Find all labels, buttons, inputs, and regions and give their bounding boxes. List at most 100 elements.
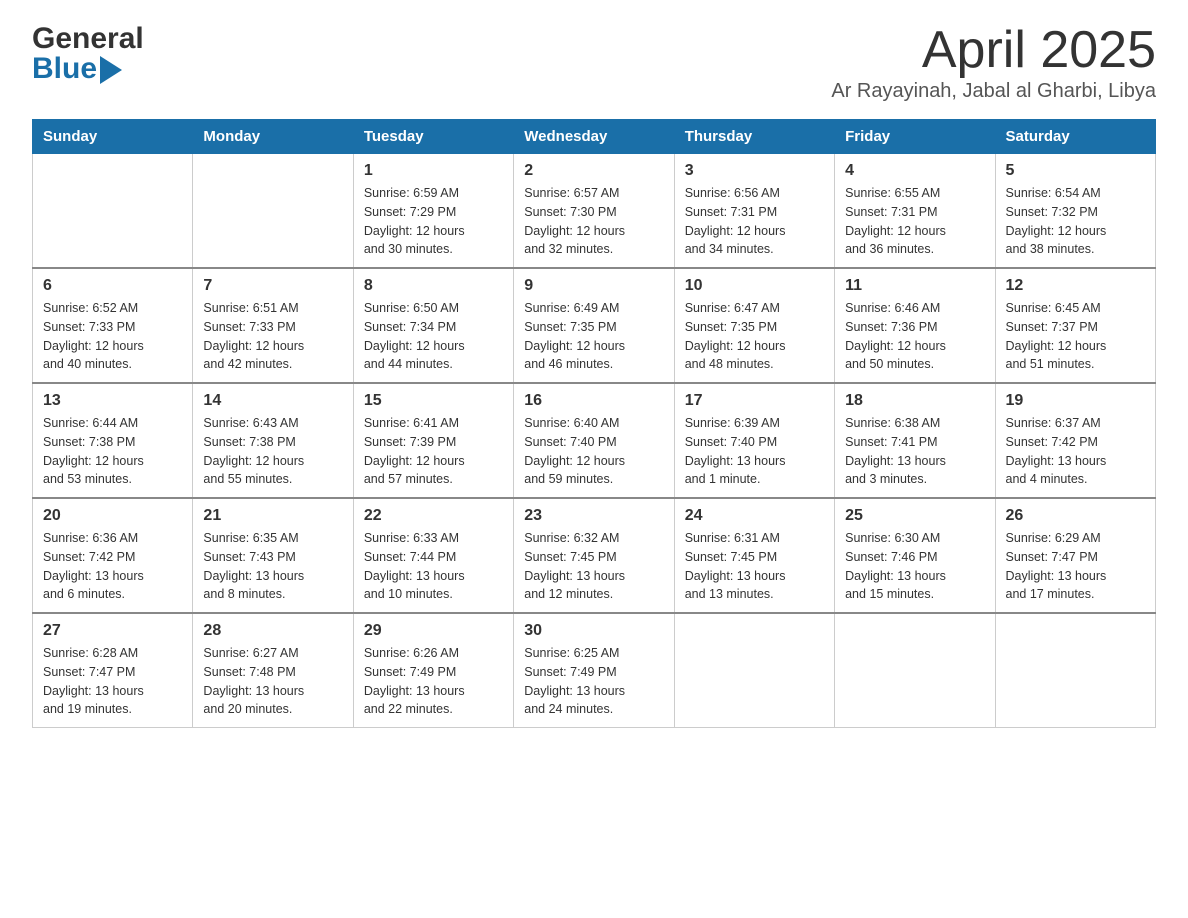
- calendar-cell: 30 Sunrise: 6:25 AM Sunset: 7:49 PM Dayli…: [514, 613, 674, 728]
- calendar-day-header: Friday: [835, 120, 995, 154]
- logo-blue-text: Blue: [32, 54, 97, 84]
- day-info: Sunrise: 6:57 AM Sunset: 7:30 PM Dayligh…: [524, 184, 663, 259]
- day-number: 24: [685, 507, 824, 525]
- calendar-cell: 23 Sunrise: 6:32 AM Sunset: 7:45 PM Dayli…: [514, 498, 674, 613]
- day-number: 3: [685, 162, 824, 180]
- day-info: Sunrise: 6:51 AM Sunset: 7:33 PM Dayligh…: [203, 299, 342, 374]
- calendar-cell: 18 Sunrise: 6:38 AM Sunset: 7:41 PM Dayli…: [835, 383, 995, 498]
- calendar-cell: [995, 613, 1155, 728]
- day-number: 4: [845, 162, 984, 180]
- calendar-cell: 21 Sunrise: 6:35 AM Sunset: 7:43 PM Dayli…: [193, 498, 353, 613]
- calendar-week-row: 6 Sunrise: 6:52 AM Sunset: 7:33 PM Daylig…: [33, 268, 1156, 383]
- day-info: Sunrise: 6:45 AM Sunset: 7:37 PM Dayligh…: [1006, 299, 1145, 374]
- day-info: Sunrise: 6:28 AM Sunset: 7:47 PM Dayligh…: [43, 644, 182, 719]
- calendar-cell: 19 Sunrise: 6:37 AM Sunset: 7:42 PM Dayli…: [995, 383, 1155, 498]
- day-number: 15: [364, 392, 503, 410]
- logo-general-text: General: [32, 24, 144, 54]
- day-number: 17: [685, 392, 824, 410]
- day-number: 13: [43, 392, 182, 410]
- calendar-cell: 24 Sunrise: 6:31 AM Sunset: 7:45 PM Dayli…: [674, 498, 834, 613]
- calendar-cell: 8Sunrise: 6:50 AM Sunset: 7:34 PM Daylig…: [353, 268, 513, 383]
- day-number: 14: [203, 392, 342, 410]
- calendar-cell: 26 Sunrise: 6:29 AM Sunset: 7:47 PM Dayli…: [995, 498, 1155, 613]
- day-number: 21: [203, 507, 342, 525]
- day-info: Sunrise: 6:39 AM Sunset: 7:40 PM Dayligh…: [685, 414, 824, 489]
- day-number: 5: [1006, 162, 1145, 180]
- day-number: 25: [845, 507, 984, 525]
- calendar-cell: 28Sunrise: 6:27 AM Sunset: 7:48 PM Dayli…: [193, 613, 353, 728]
- day-number: 6: [43, 277, 182, 295]
- logo-triangle-icon: [100, 56, 122, 84]
- calendar-cell: 7 Sunrise: 6:51 AM Sunset: 7:33 PM Daylig…: [193, 268, 353, 383]
- calendar-cell: 9Sunrise: 6:49 AM Sunset: 7:35 PM Daylig…: [514, 268, 674, 383]
- page-header: General Blue April 2025 Ar Rayayinah, Ja…: [32, 24, 1156, 103]
- calendar-cell: 2 Sunrise: 6:57 AM Sunset: 7:30 PM Daylig…: [514, 154, 674, 269]
- day-info: Sunrise: 6:35 AM Sunset: 7:43 PM Dayligh…: [203, 529, 342, 604]
- day-info: Sunrise: 6:27 AM Sunset: 7:48 PM Dayligh…: [203, 644, 342, 719]
- calendar-cell: 27 Sunrise: 6:28 AM Sunset: 7:47 PM Dayli…: [33, 613, 193, 728]
- day-info: Sunrise: 6:33 AM Sunset: 7:44 PM Dayligh…: [364, 529, 503, 604]
- day-info: Sunrise: 6:38 AM Sunset: 7:41 PM Dayligh…: [845, 414, 984, 489]
- calendar-body: 1Sunrise: 6:59 AM Sunset: 7:29 PM Daylig…: [33, 154, 1156, 728]
- calendar-cell: 17 Sunrise: 6:39 AM Sunset: 7:40 PM Dayli…: [674, 383, 834, 498]
- day-number: 2: [524, 162, 663, 180]
- calendar-cell: [674, 613, 834, 728]
- calendar-cell: [835, 613, 995, 728]
- day-number: 11: [845, 277, 984, 295]
- day-info: Sunrise: 6:31 AM Sunset: 7:45 PM Dayligh…: [685, 529, 824, 604]
- day-info: Sunrise: 6:36 AM Sunset: 7:42 PM Dayligh…: [43, 529, 182, 604]
- day-info: Sunrise: 6:30 AM Sunset: 7:46 PM Dayligh…: [845, 529, 984, 604]
- calendar-day-header: Saturday: [995, 120, 1155, 154]
- day-info: Sunrise: 6:40 AM Sunset: 7:40 PM Dayligh…: [524, 414, 663, 489]
- day-number: 30: [524, 622, 663, 640]
- calendar-cell: 13 Sunrise: 6:44 AM Sunset: 7:38 PM Dayli…: [33, 383, 193, 498]
- day-number: 7: [203, 277, 342, 295]
- calendar-cell: 25 Sunrise: 6:30 AM Sunset: 7:46 PM Dayli…: [835, 498, 995, 613]
- day-number: 23: [524, 507, 663, 525]
- day-number: 26: [1006, 507, 1145, 525]
- day-number: 19: [1006, 392, 1145, 410]
- calendar-week-row: 1Sunrise: 6:59 AM Sunset: 7:29 PM Daylig…: [33, 154, 1156, 269]
- title-block: April 2025 Ar Rayayinah, Jabal al Gharbi…: [831, 24, 1156, 103]
- calendar-cell: 15Sunrise: 6:41 AM Sunset: 7:39 PM Dayli…: [353, 383, 513, 498]
- calendar-week-row: 20 Sunrise: 6:36 AM Sunset: 7:42 PM Dayli…: [33, 498, 1156, 613]
- calendar-cell: [33, 154, 193, 269]
- day-number: 16: [524, 392, 663, 410]
- day-number: 12: [1006, 277, 1145, 295]
- calendar-cell: 10 Sunrise: 6:47 AM Sunset: 7:35 PM Dayli…: [674, 268, 834, 383]
- day-number: 22: [364, 507, 503, 525]
- calendar-cell: 5 Sunrise: 6:54 AM Sunset: 7:32 PM Daylig…: [995, 154, 1155, 269]
- day-info: Sunrise: 6:43 AM Sunset: 7:38 PM Dayligh…: [203, 414, 342, 489]
- calendar-day-header: Sunday: [33, 120, 193, 154]
- day-number: 8: [364, 277, 503, 295]
- day-info: Sunrise: 6:56 AM Sunset: 7:31 PM Dayligh…: [685, 184, 824, 259]
- day-info: Sunrise: 6:44 AM Sunset: 7:38 PM Dayligh…: [43, 414, 182, 489]
- day-info: Sunrise: 6:54 AM Sunset: 7:32 PM Dayligh…: [1006, 184, 1145, 259]
- calendar-cell: [193, 154, 353, 269]
- day-info: Sunrise: 6:49 AM Sunset: 7:35 PM Dayligh…: [524, 299, 663, 374]
- calendar-cell: 11Sunrise: 6:46 AM Sunset: 7:36 PM Dayli…: [835, 268, 995, 383]
- day-info: Sunrise: 6:29 AM Sunset: 7:47 PM Dayligh…: [1006, 529, 1145, 604]
- calendar-cell: 22 Sunrise: 6:33 AM Sunset: 7:44 PM Dayli…: [353, 498, 513, 613]
- day-number: 18: [845, 392, 984, 410]
- day-number: 10: [685, 277, 824, 295]
- day-info: Sunrise: 6:47 AM Sunset: 7:35 PM Dayligh…: [685, 299, 824, 374]
- calendar-table: SundayMondayTuesdayWednesdayThursdayFrid…: [32, 119, 1156, 728]
- day-number: 20: [43, 507, 182, 525]
- day-number: 29: [364, 622, 503, 640]
- calendar-week-row: 27 Sunrise: 6:28 AM Sunset: 7:47 PM Dayli…: [33, 613, 1156, 728]
- day-info: Sunrise: 6:52 AM Sunset: 7:33 PM Dayligh…: [43, 299, 182, 374]
- day-info: Sunrise: 6:37 AM Sunset: 7:42 PM Dayligh…: [1006, 414, 1145, 489]
- calendar-day-header: Monday: [193, 120, 353, 154]
- calendar-cell: 6 Sunrise: 6:52 AM Sunset: 7:33 PM Daylig…: [33, 268, 193, 383]
- day-info: Sunrise: 6:32 AM Sunset: 7:45 PM Dayligh…: [524, 529, 663, 604]
- day-number: 1: [364, 162, 503, 180]
- day-number: 27: [43, 622, 182, 640]
- calendar-header: SundayMondayTuesdayWednesdayThursdayFrid…: [33, 120, 1156, 154]
- calendar-cell: 12 Sunrise: 6:45 AM Sunset: 7:37 PM Dayli…: [995, 268, 1155, 383]
- day-info: Sunrise: 6:25 AM Sunset: 7:49 PM Dayligh…: [524, 644, 663, 719]
- page-title: April 2025: [831, 24, 1156, 76]
- calendar-week-row: 13 Sunrise: 6:44 AM Sunset: 7:38 PM Dayli…: [33, 383, 1156, 498]
- logo: General Blue: [32, 24, 144, 84]
- calendar-cell: 4Sunrise: 6:55 AM Sunset: 7:31 PM Daylig…: [835, 154, 995, 269]
